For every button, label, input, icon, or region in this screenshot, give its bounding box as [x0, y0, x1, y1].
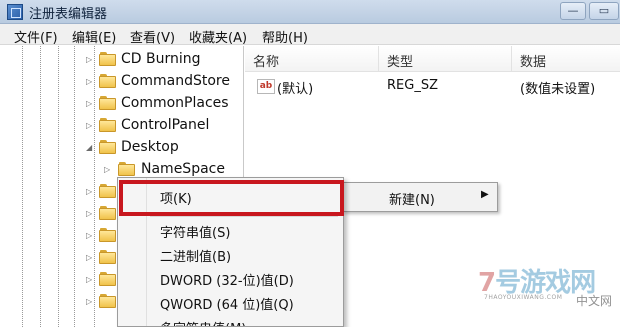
folder-icon	[99, 206, 116, 220]
expand-icon[interactable]: ▷	[86, 230, 96, 241]
window-title: 注册表编辑器	[29, 7, 108, 22]
tree-item-label[interactable]: CommandStore	[121, 73, 230, 89]
maximize-button[interactable]: ▭	[589, 2, 619, 20]
menu-item-label[interactable]: QWORD (64 位)值(Q)	[160, 294, 294, 313]
expand-icon[interactable]: ▷	[86, 274, 96, 285]
menu-view[interactable]: 查看(V)	[130, 27, 175, 46]
menu-item-label[interactable]: 字符串值(S)	[160, 222, 230, 241]
tree-item-controlpanel[interactable]: ▷ ControlPanel	[0, 115, 243, 137]
registry-editor-icon	[7, 4, 23, 20]
tree-item-commonplaces[interactable]: ▷ CommonPlaces	[0, 93, 243, 115]
expand-icon[interactable]: ▷	[86, 98, 96, 109]
folder-icon	[99, 228, 116, 242]
menu-item-string-value[interactable]: 字符串值(S)	[118, 218, 343, 242]
folder-icon	[118, 162, 135, 176]
menu-item-binary-value[interactable]: 二进制值(B)	[118, 242, 343, 266]
folder-icon	[99, 272, 116, 286]
submenu-arrow-icon: ▶	[481, 189, 489, 200]
menu-help[interactable]: 帮助(H)	[262, 27, 308, 46]
value-type[interactable]: REG_SZ	[387, 78, 438, 93]
folder-icon	[99, 184, 116, 198]
menu-favorites[interactable]: 收藏夹(A)	[189, 27, 247, 46]
menu-file[interactable]: 文件(F)	[14, 27, 58, 46]
menu-item-label[interactable]: 二进制值(B)	[160, 246, 231, 265]
highlight-annotation	[119, 180, 344, 216]
tree-item-label[interactable]: NameSpace	[141, 161, 225, 177]
expand-icon[interactable]: ▷	[86, 296, 96, 307]
tree-item-label[interactable]: ControlPanel	[121, 117, 209, 133]
expand-icon[interactable]: ▷	[86, 208, 96, 219]
folder-icon	[99, 52, 116, 66]
tree-item-label[interactable]: CommonPlaces	[121, 95, 229, 111]
menu-item-label[interactable]: 多字符串值(M)	[160, 318, 246, 326]
folder-icon	[99, 118, 116, 132]
expand-icon[interactable]: ▷	[86, 76, 96, 87]
tree-item-commandstore[interactable]: ▷ CommandStore	[0, 71, 243, 93]
new-menu-label[interactable]: 新建(N)	[389, 189, 435, 208]
expand-icon[interactable]: ▷	[86, 252, 96, 263]
folder-icon	[99, 74, 116, 88]
folder-icon	[99, 250, 116, 264]
collapse-icon[interactable]: ◢	[86, 142, 96, 153]
expand-icon[interactable]: ▷	[86, 186, 96, 197]
folder-icon	[99, 96, 116, 110]
watermark-url: 7HAOYOUXIWANG.COM	[484, 294, 563, 301]
column-header-name[interactable]: 名称	[245, 46, 379, 72]
watermark-logo: 7号游戏网 7HAOYOUXIWANG.COM 中文网	[478, 262, 618, 322]
menu-item-qword-value[interactable]: QWORD (64 位)值(Q)	[118, 290, 343, 314]
expand-icon[interactable]: ▷	[104, 164, 114, 175]
minimize-button[interactable]: —	[560, 2, 586, 20]
title-bar: 注册表编辑器 — ▭	[0, 0, 620, 24]
column-header-data[interactable]: 数据	[512, 46, 620, 72]
context-menu-new[interactable]: 新建(N) ▶	[342, 182, 498, 212]
menu-item-dword-value[interactable]: DWORD (32-位)值(D)	[118, 266, 343, 290]
watermark-cn: 中文网	[576, 294, 613, 308]
string-value-icon: ab	[257, 79, 275, 94]
value-data[interactable]: (数值未设置)	[520, 78, 595, 97]
folder-open-icon	[99, 140, 116, 154]
menu-item-label[interactable]: DWORD (32-位)值(D)	[160, 270, 294, 289]
menu-bar: 文件(F) 编辑(E) 查看(V) 收藏夹(A) 帮助(H)	[0, 24, 620, 46]
menu-edit[interactable]: 编辑(E)	[72, 27, 116, 46]
tree-item-label[interactable]: CD Burning	[121, 51, 201, 67]
tree-item-label[interactable]: Desktop	[121, 139, 179, 155]
column-header-type[interactable]: 类型	[379, 46, 512, 72]
expand-icon[interactable]: ▷	[86, 120, 96, 131]
tree-item-desktop[interactable]: ◢ Desktop	[0, 137, 243, 159]
menu-item-multi-string-value[interactable]: 多字符串值(M)	[118, 314, 343, 326]
expand-icon[interactable]: ▷	[86, 54, 96, 65]
tree-item-cd-burning[interactable]: ▷ CD Burning	[0, 49, 243, 71]
folder-icon	[99, 294, 116, 308]
value-name[interactable]: (默认)	[277, 78, 313, 97]
menu-separator	[150, 216, 338, 217]
